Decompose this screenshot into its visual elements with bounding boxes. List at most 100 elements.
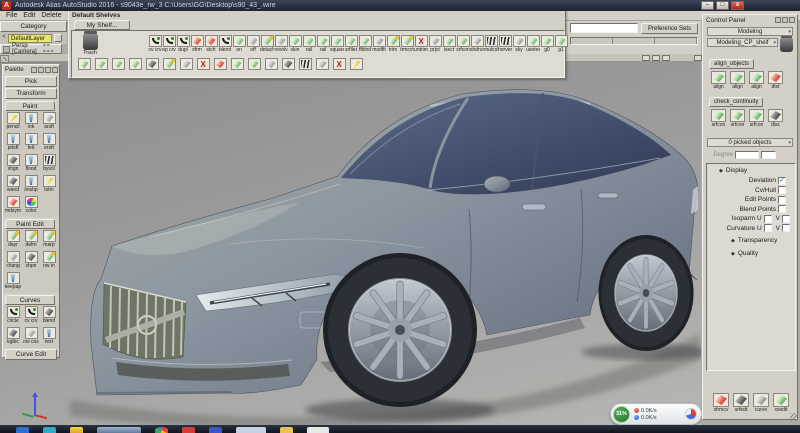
cp-collapse-icon[interactable] [782, 17, 788, 23]
cp-grid-icon[interactable] [775, 17, 781, 23]
network-speed-gauge[interactable]: 31% 0.0K/s 0.0K/s [610, 403, 702, 425]
palette-tool-button[interactable]: flood [22, 154, 40, 175]
view-toggle-icon[interactable] [0, 55, 9, 63]
palette-tool-button[interactable]: shpn [22, 251, 40, 272]
default-layer-chip[interactable]: DefaultLayer [8, 34, 52, 43]
cp-tool-button[interactable]: align [709, 71, 728, 90]
palette-tool-button[interactable]: nw in [40, 251, 58, 272]
cp-tool-button[interactable]: srfedt [731, 393, 751, 413]
cp-tool-button[interactable]: srfcon [728, 109, 747, 128]
cp-refresh-icon[interactable] [789, 17, 795, 23]
viewport-layout-single-icon[interactable] [642, 55, 650, 61]
shelf-tool-button[interactable]: prjct [428, 35, 442, 53]
shelf-tool-button[interactable]: detach [260, 35, 274, 53]
display-option-checkbox[interactable] [778, 177, 786, 185]
taskbar-app-icon[interactable] [16, 427, 29, 433]
display-option-checkbox[interactable] [778, 196, 786, 204]
display-option-checkbox[interactable] [764, 224, 772, 232]
palette-tool-button[interactable]: bysol [40, 154, 58, 175]
shelf-tool-button[interactable]: off [246, 35, 260, 53]
display-option-v-checkbox[interactable] [782, 215, 790, 223]
cp-tab-check-continuity[interactable]: check_continuity [709, 97, 763, 107]
shelf-tool-button[interactable]: on [232, 35, 246, 53]
palette-tool-button[interactable]: ink [22, 112, 40, 133]
shelf-trash[interactable]: Trash [77, 33, 103, 57]
shelf-tool-button[interactable]: modfit [372, 35, 386, 53]
shelf-tool-button[interactable]: blend [218, 35, 232, 53]
shelf-tool-button[interactable]: stch [204, 35, 218, 53]
palette-tool-button[interactable]: cv crv [22, 306, 40, 327]
shelf-tool-button[interactable]: sky [512, 35, 526, 53]
shelf-tool-button[interactable] [247, 58, 261, 70]
palette-tool-button[interactable]: chang [4, 251, 22, 272]
cp-mode-select[interactable]: Modeling [707, 27, 793, 36]
palette-tool-button[interactable]: text [40, 327, 58, 348]
palette-section-tab[interactable]: Pick [5, 76, 57, 87]
palette-tool-button[interactable]: pencil [4, 112, 22, 133]
layer-category-header[interactable]: Category [0, 21, 67, 32]
palette-tool-button[interactable]: keepap [4, 272, 22, 293]
taskbar-app-icon[interactable] [182, 427, 195, 433]
taskbar-app-icon[interactable] [97, 427, 141, 433]
taskbar-app-icon[interactable] [236, 427, 266, 433]
palette-tab-curve-edit[interactable]: Curve Edit [5, 349, 57, 360]
shelf-tool-button[interactable] [179, 58, 193, 70]
viewport-layout-quad-icon[interactable] [652, 55, 660, 61]
shelf-tool-button[interactable] [128, 58, 142, 70]
shelf-tool-button[interactable]: square [330, 35, 344, 53]
tab-my-shelf[interactable]: My Shelf... [74, 20, 130, 30]
palette-tab-paint-edit[interactable]: Paint Edit [5, 219, 55, 229]
shelf-tool-button[interactable] [230, 58, 244, 70]
palette-section-tab[interactable]: Transform [5, 88, 57, 99]
shelf-tool-button[interactable]: ffblnd [358, 35, 372, 53]
menu-item[interactable]: File [6, 12, 17, 19]
shelf-tool-button[interactable]: xfrm [190, 35, 204, 53]
palette-tool-button[interactable]: defm [22, 230, 40, 251]
degree-field-1[interactable] [735, 151, 759, 159]
palette-tab-curves[interactable]: Curves [5, 295, 55, 305]
shelf-tool-button[interactable] [111, 58, 125, 70]
palette-menu-icon[interactable] [45, 67, 51, 73]
shelf-tool-button[interactable]: mulcol [484, 35, 498, 53]
shelf-tool-button[interactable] [315, 58, 329, 70]
windows-taskbar[interactable] [0, 425, 800, 433]
taskbar-app-icon[interactable] [209, 427, 222, 433]
shelf-tool-button[interactable] [281, 58, 295, 70]
cp-shelf-select[interactable]: Modeling_CP_shelf [707, 38, 778, 47]
taskbar-app-icon[interactable] [280, 427, 293, 433]
shelf-tool-button[interactable]: dupl [176, 35, 190, 53]
shelf-tool-button[interactable]: revolv [274, 35, 288, 53]
cp-tool-button[interactable]: srfcon [709, 109, 728, 128]
minimize-button[interactable]: – [701, 1, 714, 10]
shelf-tool-button[interactable]: srfilet [344, 35, 358, 53]
trash-icon[interactable] [83, 34, 98, 50]
palette-tool-button[interactable]: kglbc [4, 327, 22, 348]
cp-tool-button[interactable]: dtst [766, 71, 785, 90]
close-button[interactable]: x [731, 1, 744, 10]
display-option-checkbox[interactable] [764, 215, 772, 223]
cp-tool-button[interactable]: xsedit [771, 393, 791, 413]
display-subsection[interactable]: Transparency [707, 235, 795, 246]
shelf-tool-button[interactable]: g0 [540, 35, 554, 53]
palette-tool-button[interactable]: blend [40, 306, 58, 327]
palette-tool-button[interactable]: wand [4, 175, 22, 196]
cp-tool-button[interactable]: curve [751, 393, 771, 413]
palette-tool-button[interactable]: arsft [40, 112, 58, 133]
shelf-tool-button[interactable] [77, 58, 91, 70]
shelf-tool-button[interactable] [213, 58, 227, 70]
shelf-tool-button[interactable]: untrim [414, 35, 428, 53]
taskbar-app-icon[interactable] [43, 427, 56, 433]
palette-tool-button[interactable]: txtm [40, 175, 58, 196]
shelf-tool-button[interactable]: g1 [554, 35, 568, 53]
menu-item[interactable]: Edit [23, 12, 35, 19]
cp-tool-button[interactable]: disc [766, 109, 785, 128]
palette-title[interactable]: Palette [3, 65, 59, 75]
cp-tab-align-objects[interactable]: align_objects [709, 59, 754, 69]
shelf-tool-button[interactable] [264, 58, 278, 70]
palette-pin-icon[interactable] [31, 67, 37, 73]
palette-tool-button[interactable]: dayr [4, 230, 22, 251]
cp-tool-button[interactable]: align [747, 71, 766, 90]
viewport-menu-icon[interactable] [694, 55, 702, 61]
cp-trash-icon[interactable] [780, 38, 793, 52]
resize-grip[interactable] [790, 413, 798, 421]
